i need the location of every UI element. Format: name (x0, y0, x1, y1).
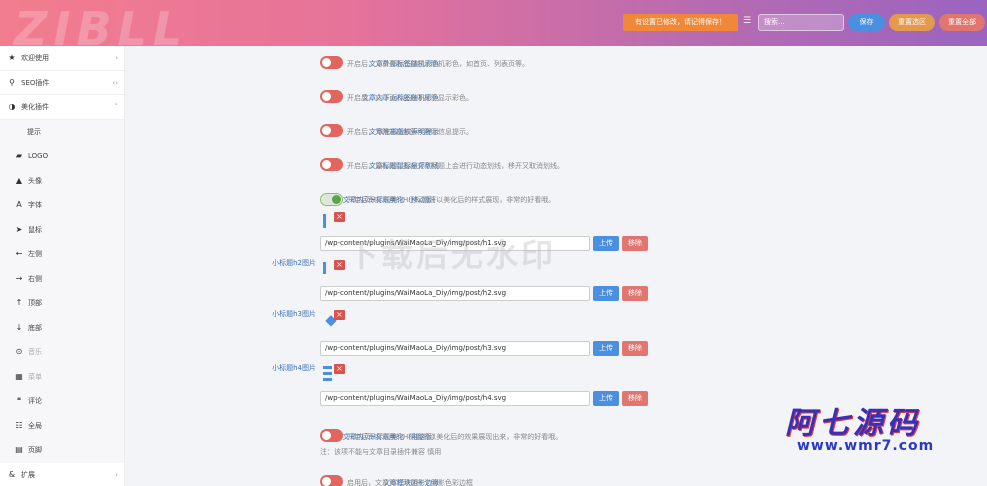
close-icon[interactable]: × (334, 260, 345, 270)
toggle-switch[interactable] (320, 193, 343, 206)
top-header: ZIBLL 有设置已修改，请记得保存！ ☰ 搜索... 保存 重置选区 重置全部 (0, 0, 987, 46)
cursor-icon: ➤ (15, 224, 23, 234)
site-stamp-logo: 阿七源码 www.wmr7.com (785, 398, 965, 468)
layout-icon: ▤ (15, 445, 23, 454)
toggle-switch[interactable] (320, 90, 343, 103)
upload-button[interactable]: 上传 (593, 341, 619, 356)
sidebar-item-logo[interactable]: ▰ LOGO (0, 144, 124, 169)
menu-icon[interactable]: ☰ (743, 16, 753, 26)
sidebar-item-font[interactable]: A 字体 (0, 193, 124, 218)
sidebar-item-welcome[interactable]: ★ 欢迎使用 › (0, 46, 124, 71)
grid-icon: ▦ (15, 371, 23, 381)
sidebar-item-top[interactable]: ↑ 顶部 (0, 291, 124, 316)
setting-desc: 开启后写文章用的H小标题将以美化后的样式展现，非常的好看哦。 (347, 196, 556, 204)
stamp-url: www.wmr7.com (797, 438, 935, 454)
remove-button[interactable]: 移除 (622, 341, 648, 356)
upload-button[interactable]: 上传 (593, 286, 619, 301)
setting-note: 注：该项不能与文章目录插件兼容 慎用 (320, 448, 442, 456)
stamp-title: 阿七源码 (785, 406, 921, 441)
comment-icon: ❝ (16, 396, 22, 405)
watermark-text: 下载后无水印 (346, 236, 557, 274)
sidebar-item-mouse[interactable]: ➤ 鼠标 (0, 217, 124, 242)
sidebar-item-bottom[interactable]: ↓ 底部 (0, 315, 124, 340)
sidebar-item-music[interactable]: ⊙ 音乐 (0, 340, 124, 365)
toggle-switch[interactable] (320, 429, 343, 442)
remove-button[interactable]: 移除 (622, 236, 648, 251)
chevron-right-icon: › (115, 54, 118, 62)
image-label-h3: 小标题h3图片 (272, 310, 316, 318)
arrow-left-icon: ← (15, 249, 23, 258)
sidebar-item-left[interactable]: ← 左侧 (0, 242, 124, 267)
toggle-switch[interactable] (320, 124, 343, 137)
setting-desc: 开启后，为网站底部版权声明信息提示。 (347, 128, 473, 136)
sidebar-item-footer[interactable]: ▤ 页脚 (0, 438, 124, 463)
sidebar-item-avatar[interactable]: ▲ 头像 (0, 168, 124, 193)
toggle-switch[interactable] (320, 475, 343, 486)
search-icon: ⚲ (9, 77, 15, 87)
user-icon: ▲ (15, 175, 23, 185)
sidebar-item-menu[interactable]: ▦ 菜单 (0, 364, 124, 389)
search-input[interactable]: 搜索... (758, 14, 844, 31)
setting-desc: 开启后，文章页面底部显示随机彩色，如首页、列表页等。 (347, 60, 529, 68)
close-icon[interactable]: × (334, 310, 345, 320)
font-icon: A (16, 200, 22, 209)
image-preview: × (321, 258, 347, 280)
setting-desc: 开启后，文章页内部底下标签显示彩色。 (347, 94, 473, 102)
sidebar-item-tips[interactable]: 提示 (0, 119, 124, 144)
close-icon[interactable]: × (334, 364, 345, 374)
sidebar-item-extensions[interactable]: & 扩展 › (0, 463, 124, 486)
setting-desc: 开启后写文章用的H标题将以美化后的效果展现出来，非常的好看哦。 (347, 433, 563, 441)
reset-section-button[interactable]: 重置选区 (889, 14, 935, 31)
setting-desc: 开启后，鼠标指针指在文章标题上会进行动态划线，移开又取消划线。 (347, 162, 564, 170)
image-preview: × (321, 362, 347, 384)
save-button[interactable]: 保存 (848, 14, 885, 31)
upload-button[interactable]: 上传 (593, 391, 619, 406)
sidebar-item-comments[interactable]: ❝ 评论 (0, 389, 124, 414)
upload-button[interactable]: 上传 (593, 236, 619, 251)
setting-desc: 启用后，文章页将添加一个阴影色彩边框 (347, 479, 473, 486)
arrow-right-icon: → (15, 273, 23, 283)
zibll-logo: ZIBLL (14, 2, 189, 46)
image-label-h2: 小标题h2图片 (272, 259, 316, 267)
arrow-up-icon: ↑ (15, 298, 23, 307)
sidebar: ★ 欢迎使用 › ⚲ SEO插件 ‹› ◑ 美化插件 ˅ 提示 ▰ LOGO ▲ 头像 A 字体 … (0, 46, 125, 486)
contrast-icon: ◑ (8, 102, 16, 111)
image-preview: × (321, 308, 347, 330)
image-url-input[interactable]: /wp-content/plugins/WaiMaoLa_Diy/img/pos… (320, 286, 590, 301)
ampersand-icon: & (8, 469, 16, 479)
sidebar-item-global[interactable]: ☷ 全局 (0, 413, 124, 438)
star-icon: ★ (8, 53, 16, 62)
unsaved-notice: 有设置已修改，请记得保存！ (623, 14, 738, 31)
music-icon: ⊙ (15, 347, 23, 356)
toggle-switch[interactable] (320, 56, 343, 69)
image-preview: × (321, 210, 347, 232)
arrow-down-icon: ↓ (15, 322, 23, 332)
reset-all-button[interactable]: 重置全部 (939, 14, 985, 31)
code-icon: ‹› (112, 78, 118, 87)
toggle-switch[interactable] (320, 158, 343, 171)
chevron-right-icon: › (115, 470, 118, 479)
flag-icon: ▰ (15, 151, 23, 160)
remove-button[interactable]: 移除 (622, 391, 648, 406)
close-icon[interactable]: × (334, 212, 345, 222)
sidebar-item-seo[interactable]: ⚲ SEO插件 ‹› (0, 71, 124, 95)
sidebar-item-beautify[interactable]: ◑ 美化插件 ˅ (0, 95, 124, 120)
sidebar-item-right[interactable]: → 右侧 (0, 266, 124, 291)
list-icon: ☷ (15, 420, 23, 430)
image-url-input[interactable]: /wp-content/plugins/WaiMaoLa_Diy/img/pos… (320, 391, 590, 406)
image-label-h4: 小标题h4图片 (272, 364, 316, 372)
remove-button[interactable]: 移除 (622, 286, 648, 301)
image-url-input[interactable]: /wp-content/plugins/WaiMaoLa_Diy/img/pos… (320, 341, 590, 356)
chevron-down-icon: ˅ (114, 103, 119, 111)
